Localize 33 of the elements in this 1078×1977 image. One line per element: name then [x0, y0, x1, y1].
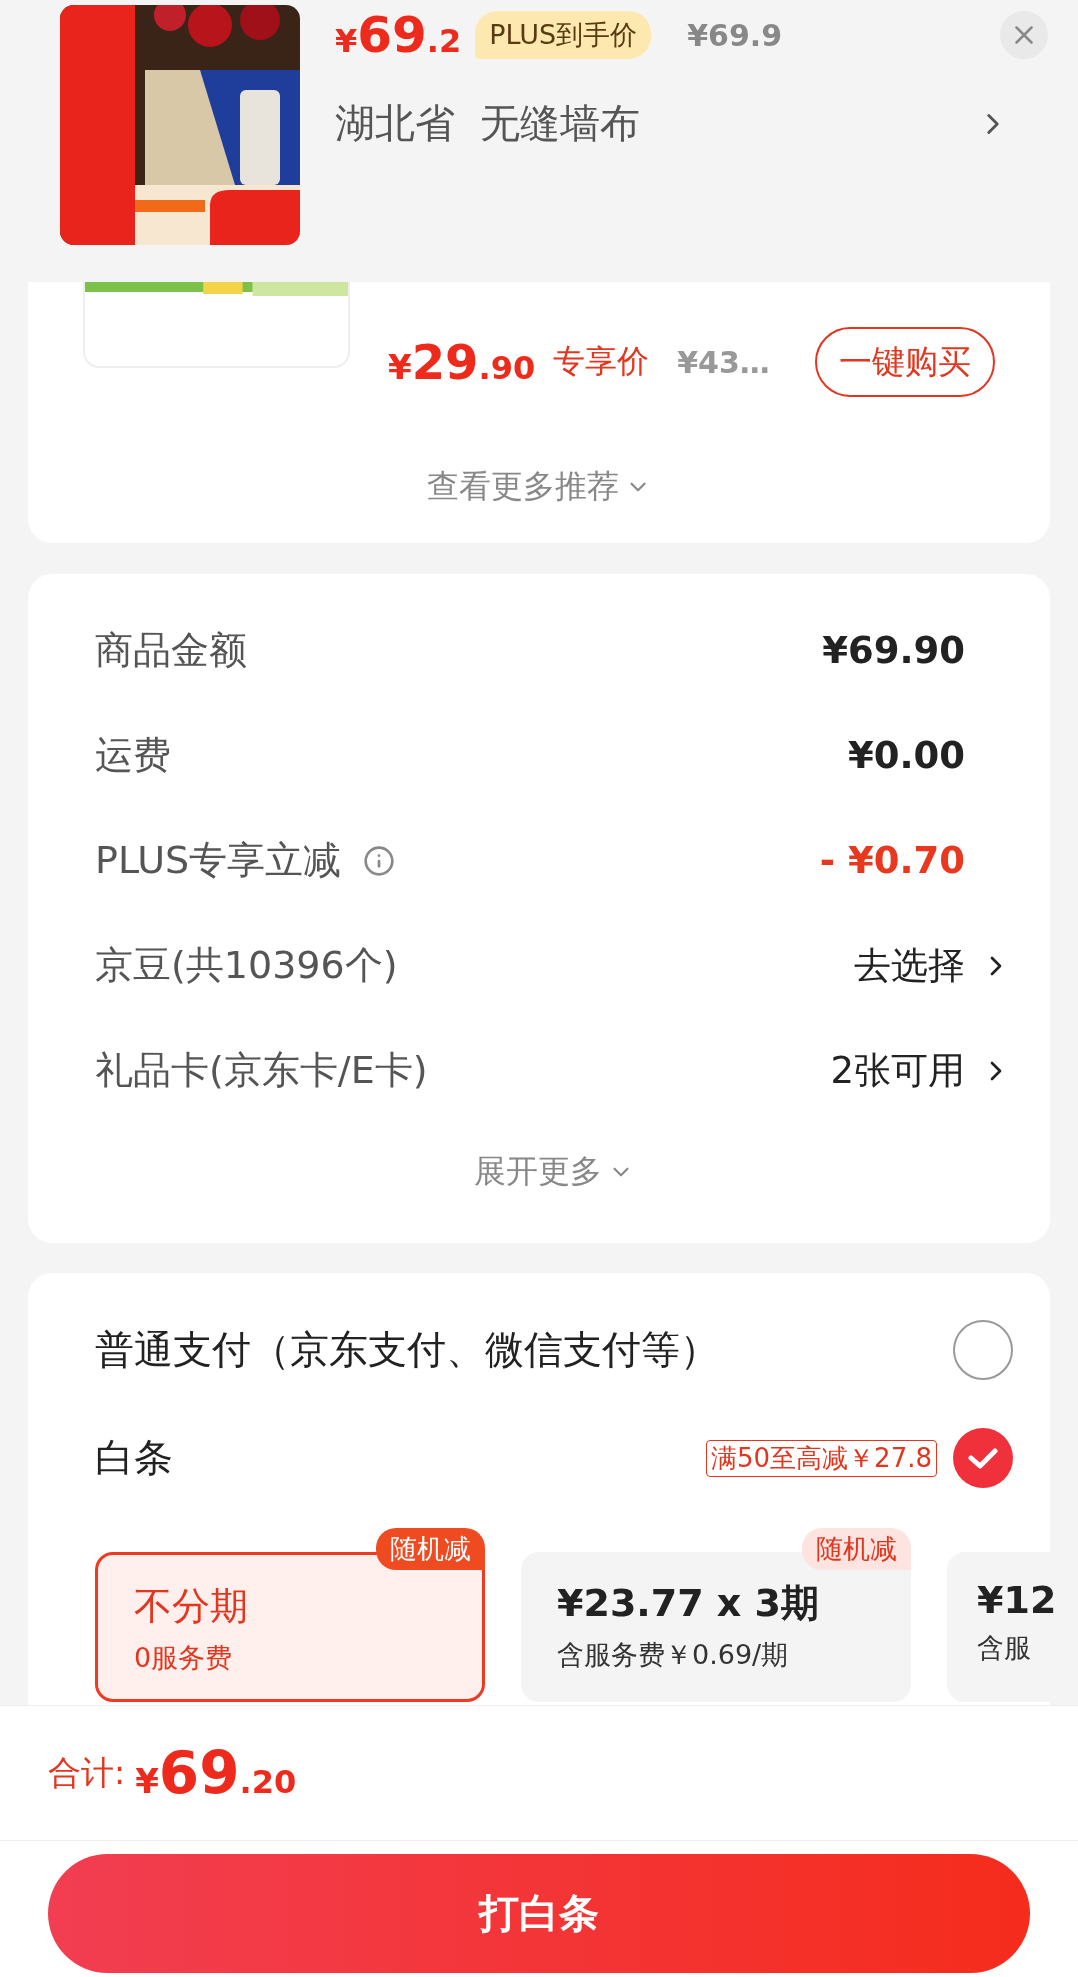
promo-tag: 满50至高减￥27.8 — [706, 1439, 937, 1477]
payment-option-label: 普通支付（京东支付、微信支付等） — [95, 1326, 719, 1374]
summary-label: 京豆(共10396个) — [95, 942, 398, 989]
delivery-address[interactable]: 湖北省 无缝墙布 — [335, 96, 641, 151]
summary-label: 商品金额 — [95, 627, 247, 674]
summary-link[interactable]: 去选择 — [854, 940, 965, 991]
summary-link[interactable]: 2张可用 — [830, 1045, 965, 1096]
info-icon[interactable] — [363, 844, 396, 877]
summary-label: 礼品卡(京东卡/E卡) — [95, 1047, 428, 1094]
total-label: 合计: — [48, 1751, 126, 1794]
more-recommendations-link[interactable]: 查看更多推荐 — [427, 465, 651, 509]
expand-more-link[interactable]: 展开更多 — [473, 1150, 634, 1194]
discount-tag: 随机减 — [802, 1528, 911, 1570]
price-label: 专享价 — [553, 341, 650, 382]
summary-value: ¥0.00 — [847, 734, 965, 777]
summary-label: PLUS专享立减 — [95, 837, 342, 884]
summary-value: ¥69.90 — [822, 629, 965, 672]
pay-button[interactable]: 打白条 — [48, 1854, 1030, 1973]
summary-label: 运费 — [95, 732, 171, 779]
recommended-price: ¥29.90 — [388, 334, 536, 390]
radio-button[interactable] — [953, 1428, 1013, 1488]
radio-button[interactable] — [953, 1320, 1013, 1380]
buy-now-button[interactable]: 一键购买 — [815, 327, 995, 397]
check-icon — [968, 1447, 998, 1469]
discount-tag: 随机减 — [376, 1528, 485, 1570]
payment-option-label: 白条 — [95, 1434, 173, 1482]
close-button[interactable] — [1000, 11, 1048, 59]
original-price: ¥69.9 — [687, 17, 783, 53]
plus-price-badge: PLUS到手价 — [475, 11, 652, 59]
original-price: ¥43… — [677, 344, 770, 380]
total-price: ¥69.20 — [135, 1739, 297, 1807]
price: ¥69.2 — [335, 6, 462, 64]
summary-value: - ¥0.70 — [819, 839, 965, 882]
